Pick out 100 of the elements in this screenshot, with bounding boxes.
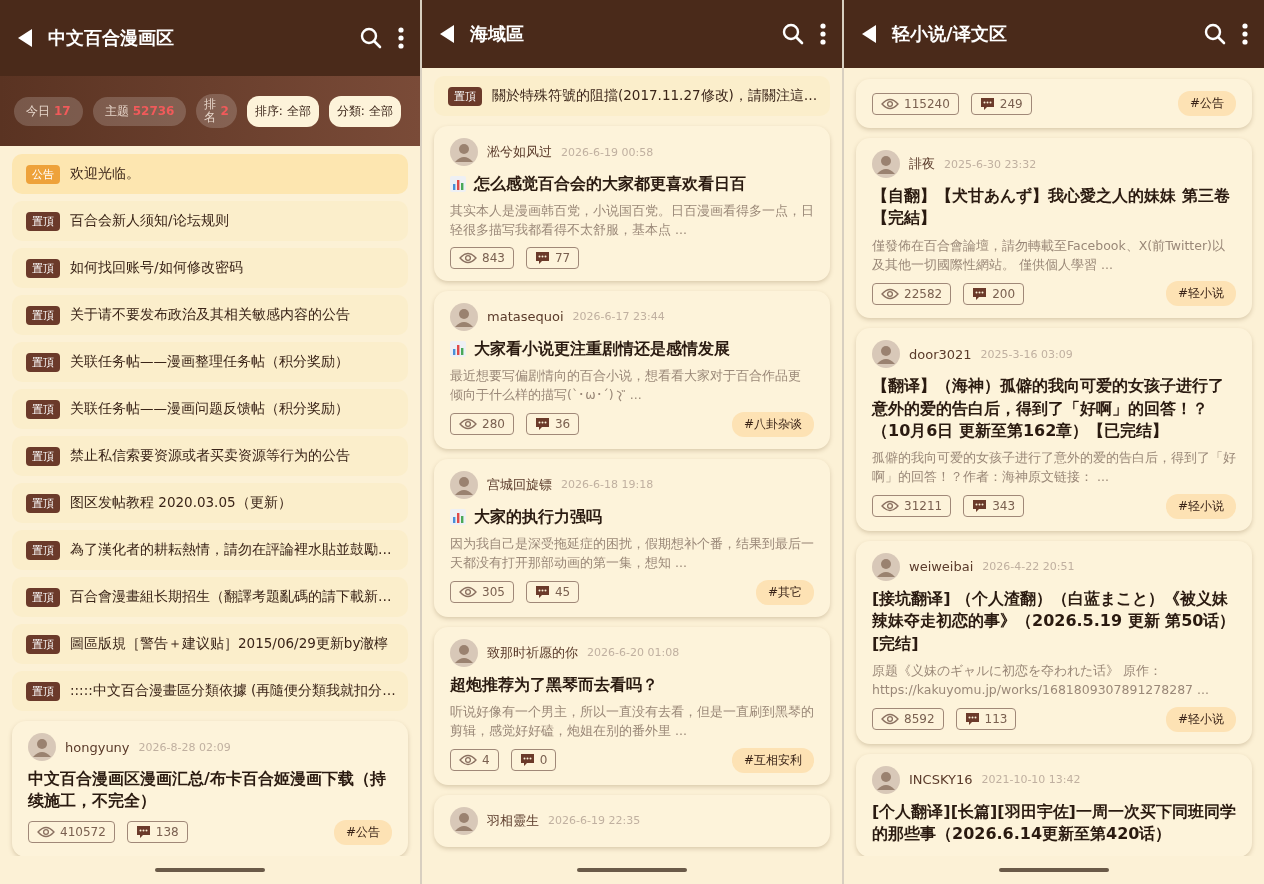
pinned-post[interactable]: 公告 欢迎光临。	[12, 154, 408, 194]
comment-icon	[964, 712, 980, 727]
post-title: 关联任务帖——漫画问题反馈帖（积分奖励）	[70, 400, 349, 418]
comment-count: 343	[992, 499, 1016, 514]
eye-icon	[881, 713, 899, 726]
post-card[interactable]: 115240 249 #公告	[856, 79, 1252, 128]
topic-tag[interactable]: #公告	[333, 819, 392, 845]
post-card[interactable]: 誹夜 2025-6-30 23:32 【自翻】【犬甘あんず】我心愛之人的妹妹 第三卷【完結】 僅發佈在百合會論壇，請勿轉載至Facebook、X(前Twitter)以及其他一切國際性網站。 僅供個人學習 ... 22582 200 #轻小说	[856, 138, 1252, 319]
post-title: 關於特殊符號的阻擋(2017.11.27修改)，請關注這…	[492, 87, 818, 105]
more-menu-button[interactable]	[818, 21, 828, 47]
post-title: [接坑翻译] （个人渣翻）（白蓝まこと）《被义妹辣妹夺走初恋的事》（2026.5.19 更新 第50话）[完结]	[872, 587, 1236, 655]
view-count: 4	[482, 753, 490, 768]
search-button[interactable]	[1202, 21, 1228, 47]
post-excerpt: 孤僻的我向可爱的女孩子进行了意外的爱的告白后，得到了「好啊」的回答！？作者：海神原文链接： ...	[872, 449, 1236, 487]
author-name[interactable]: 誹夜	[909, 155, 935, 173]
comment-icon	[519, 753, 535, 768]
author-name[interactable]: 致那时祈愿的你	[487, 643, 578, 662]
pinned-post[interactable]: 置頂 关于请不要发布政治及其相关敏感内容的公告	[12, 295, 408, 335]
pinned-post[interactable]: 置頂 禁止私信索要资源或者买卖资源等行为的公告	[12, 436, 408, 476]
post-card[interactable]: INCSKY16 2021-10-10 13:42 [个人翻译][长篇][羽田宇佐]一周一次买下同班同学的那些事（2026.6.14更新至第420话）	[856, 753, 1252, 856]
author-name[interactable]: door3021	[909, 346, 972, 362]
topic-tag[interactable]: #轻小说	[1165, 281, 1236, 307]
topic-tag[interactable]: #互相安利	[731, 747, 814, 773]
post-title: 圖區版規［警告＋建议贴］2015/06/29更新by澈檸	[70, 635, 389, 653]
post-title: 禁止私信索要资源或者买卖资源等行为的公告	[70, 447, 350, 465]
topic-tag[interactable]: #公告	[1177, 91, 1236, 116]
view-count: 31211	[904, 499, 943, 514]
stat-label: 今日	[26, 102, 50, 120]
author-name[interactable]: 淞兮如风过	[487, 143, 552, 161]
author-name[interactable]: weiweibai	[909, 559, 974, 575]
post-title: 大家看小说更注重剧情还是感情发展	[474, 337, 730, 360]
post-title: 【翻译】（海神）孤僻的我向可爱的女孩子进行了意外的爱的告白后，得到了「好啊」的回答！？（10月6日 更新至第162章）【已完结】	[872, 375, 1225, 443]
comment-count: 45	[554, 585, 571, 600]
view-count: 115240	[904, 96, 950, 111]
post-title: 大家的执行力强吗	[474, 505, 602, 528]
post-excerpt: 原题《义妹のギャルに初恋を夺われた话》 原作：https://kakuyomu.jp/works/1681809307891278287 ...	[872, 662, 1210, 699]
pinned-post[interactable]: 置頂 关联任务帖——漫画整理任务帖（积分奖励）	[12, 342, 408, 382]
pinned-tag: 置頂	[26, 587, 60, 607]
post-title: 怎么感觉百合会的大家都更喜欢看日百	[474, 173, 746, 195]
comment-count: 0	[539, 753, 548, 768]
pinned-post[interactable]: 置頂 圖區版規［警告＋建议贴］2015/06/29更新by澈檸	[12, 624, 408, 664]
post-card[interactable]: weiweibai 2026-4-22 20:51 [接坑翻译] （个人渣翻）（白蓝まこと）《被义妹辣妹夺走初恋的事》（2026.5.19 更新 第50话）[完结] 原题《义妹のギャルに初恋を夺われた话》 原作：https://kakuyomu.jp/works/1681809307891278287 ... 8592 113 #轻小说	[856, 540, 1252, 744]
more-menu-button[interactable]	[1240, 21, 1250, 47]
topic-tag[interactable]: #其它	[755, 579, 814, 605]
filter-button[interactable]: 分類: 全部	[328, 95, 401, 127]
post-date: 2025-3-16 03:09	[980, 347, 1073, 361]
eye-icon	[459, 251, 477, 264]
topic-tag[interactable]: #八卦杂谈	[731, 411, 814, 437]
avatar-icon	[28, 733, 56, 761]
post-card[interactable]: 羽相靈生 2026-6-19 22:35	[434, 794, 830, 847]
pinned-post[interactable]: 置頂 图区发帖教程 2020.03.05（更新）	[12, 483, 408, 523]
pinned-post[interactable]: 置頂 关联任务帖——漫画问题反馈帖（积分奖励）	[12, 389, 408, 429]
ellipsis-text: ...	[629, 386, 642, 405]
author-name[interactable]: hongyuny	[65, 739, 130, 755]
search-button[interactable]	[358, 25, 384, 51]
avatar-icon	[872, 340, 900, 369]
post-excerpt: 其实本人是漫画韩百党，小说国百党。日百漫画看得多一点，日轻很多描写我都看得不太舒服，基本点 ...	[450, 202, 814, 240]
pinned-post[interactable]: 置頂 為了漢化者的耕耘熱情，請勿在評論裡水貼並鼓勵…	[12, 530, 408, 570]
topic-tag[interactable]: #轻小说	[1165, 493, 1236, 519]
post-card[interactable]: hongyuny 2026-8-28 02:09 中文百合漫画区漫画汇总/布卡百合姬漫画下载（持续施工，不完全） 410572 138 #公告	[12, 721, 408, 856]
view-count: 843	[482, 250, 505, 265]
view-count: 22582	[904, 286, 943, 301]
comment-count: 77	[554, 250, 571, 265]
pinned-tag: 置頂	[26, 305, 60, 325]
search-button[interactable]	[780, 21, 806, 47]
filter-button[interactable]: 排序: 全部	[246, 95, 319, 127]
post-card[interactable]: 淞兮如风过 2026-6-19 00:58 怎么感觉百合会的大家都更喜欢看日百 其实本人是漫画韩百党，小说国百党。日百漫画看得多一点，日轻很多描写我都看得不太舒服，基本点 ... 843 77	[434, 126, 830, 281]
comment-count: 138	[155, 825, 179, 840]
stat-value: 2	[220, 104, 229, 118]
stat-label: 排名	[204, 97, 217, 125]
eye-icon	[881, 287, 899, 300]
view-count: 305	[482, 585, 505, 600]
post-title: 【自翻】【犬甘あんず】我心愛之人的妹妹 第三卷【完結】	[872, 185, 1231, 230]
topic-tag[interactable]: #轻小说	[1165, 706, 1236, 732]
comment-icon	[972, 499, 988, 514]
pinned-post[interactable]: 置頂 百合會漫畫組长期招生（翻譯考題亂碼的請下載新…	[12, 577, 408, 617]
post-card[interactable]: 宫城回旋镖 2026-6-18 19:18 大家的执行力强吗 因为我自己是深受拖延症的困扰，假期想补个番，结果到最后一天都没有打开那部动画的第一集，想知 ... 305 45 #其它	[434, 458, 830, 617]
pinned-post[interactable]: 置頂 :::::中文百合漫畫區分類依據 (再隨便分類我就扣分…	[12, 671, 408, 711]
avatar-icon	[450, 638, 478, 667]
pinned-post[interactable]: 置頂 關於特殊符號的阻擋(2017.11.27修改)，請關注這…	[434, 76, 830, 116]
pinned-post[interactable]: 置頂 百合会新人须知/论坛规则	[12, 201, 408, 241]
post-excerpt: 僅發佈在百合會論壇，請勿轉載至Facebook、X(前Twitter)以及其他一切國際性網站。 僅供個人學習 ...	[872, 236, 1226, 274]
author-name[interactable]: 宫城回旋镖	[487, 475, 552, 494]
eye-icon	[881, 500, 899, 513]
post-card[interactable]: 致那时祈愿的你 2026-6-20 01:08 超炮推荐为了黑琴而去看吗？ 听说好像有一个男主，所以一直没有去看，但是一直刷到黑琴的剪辑，感觉好好磕，炮姐在别的番外里 ... 4 0 #互相安利	[434, 626, 830, 785]
comment-icon	[135, 825, 151, 840]
avatar-icon	[872, 552, 900, 581]
pinned-post[interactable]: 置頂 如何找回账号/如何修改密码	[12, 248, 408, 288]
post-card[interactable]: matasequoi 2026-6-17 23:44 大家看小说更注重剧情还是感情发展 最近想要写偏剧情向的百合小说，想看看大家对于百合作品更 倾向于什么样的描写(`･ω･´) ... 280 36 #八卦杂谈	[434, 290, 830, 449]
pinned-tag: 置頂	[26, 352, 60, 372]
comment-icon	[534, 585, 550, 600]
more-menu-button[interactable]	[396, 25, 406, 51]
post-card[interactable]: door3021 2025-3-16 03:09 【翻译】（海神）孤僻的我向可爱的女孩子进行了意外的爱的告白后，得到了「好啊」的回答！？（10月6日 更新至第162章）【已完结】 孤僻的我向可爱的女孩子进行了意外的爱的告白后，得到了「好啊」的回答！？作者：海神原文链接： ... 31211 343 #轻小说	[856, 328, 1252, 531]
poll-icon	[450, 508, 466, 525]
author-name[interactable]: INCSKY16	[909, 772, 973, 788]
author-name[interactable]: matasequoi	[487, 309, 564, 325]
poll-icon	[450, 176, 466, 193]
post-date: 2026-8-28 02:09	[138, 740, 231, 754]
post-title: 关联任务帖——漫画整理任务帖（积分奖励）	[70, 353, 349, 371]
author-name[interactable]: 羽相靈生	[487, 811, 539, 830]
